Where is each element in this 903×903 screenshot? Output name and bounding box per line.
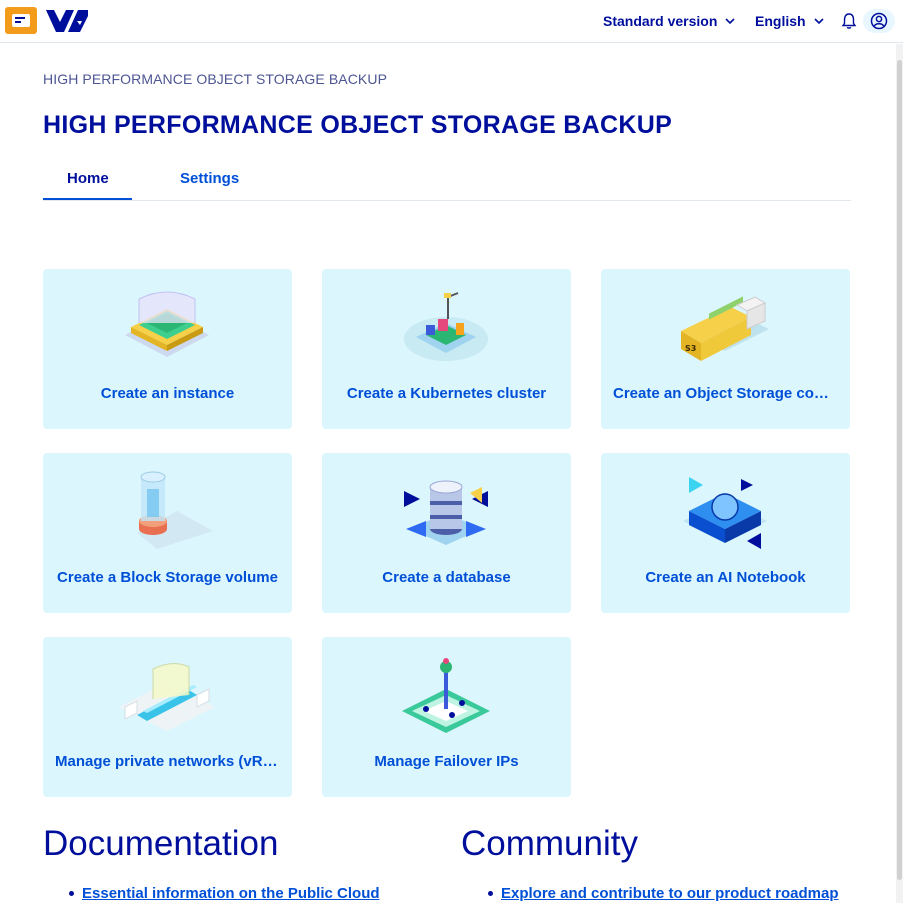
page-title: HIGH PERFORMANCE OBJECT STORAGE BACKUP <box>43 111 673 139</box>
tab-settings[interactable]: Settings <box>180 170 239 187</box>
card-create-instance[interactable]: Create an instance <box>43 269 292 429</box>
card-label: Manage private networks (vRack) <box>55 753 280 770</box>
active-tab-indicator <box>43 198 132 200</box>
community-link[interactable]: Explore and contribute to our product ro… <box>488 885 839 902</box>
menu-icon <box>12 14 30 27</box>
community-link-label: Explore and contribute to our product ro… <box>501 885 839 902</box>
card-label: Create an instance <box>100 385 235 402</box>
card-label: Create an AI Notebook <box>645 569 806 586</box>
top-bar: Standard version English <box>0 0 903 43</box>
tab-bar: Home Settings <box>43 160 851 201</box>
object-storage-icon: S3 <box>681 296 769 361</box>
card-create-block-storage[interactable]: Create a Block Storage volume <box>43 453 292 613</box>
community-title: Community <box>461 824 638 863</box>
user-icon <box>870 12 888 30</box>
documentation-title: Documentation <box>43 824 279 863</box>
card-label: Create a database <box>382 569 511 586</box>
private-network-icon <box>119 663 215 731</box>
documentation-link[interactable]: Essential information on the Public Clou… <box>69 885 380 902</box>
version-selector[interactable]: Standard version <box>603 13 735 29</box>
instance-icon <box>125 291 209 357</box>
breadcrumb[interactable]: HIGH PERFORMANCE OBJECT STORAGE BACKUP <box>43 71 387 87</box>
menu-button[interactable] <box>5 7 37 34</box>
bell-icon[interactable] <box>841 12 857 30</box>
chevron-down-icon <box>813 18 824 25</box>
failover-ip-icon <box>402 658 490 733</box>
block-storage-icon <box>137 471 213 549</box>
kubernetes-icon <box>404 292 488 361</box>
card-label: Create an Object Storage container <box>613 385 838 402</box>
card-create-object-storage[interactable]: S3 Create an Object Storage container <box>601 269 850 429</box>
documentation-link-label: Essential information on the Public Clou… <box>82 885 380 902</box>
language-label: English <box>755 13 806 29</box>
card-label: Create a Block Storage volume <box>57 569 278 586</box>
card-label: Manage Failover IPs <box>374 753 519 770</box>
scrollbar-thumb[interactable] <box>897 60 902 880</box>
card-label: Create a Kubernetes cluster <box>346 385 547 402</box>
account-button[interactable] <box>863 9 895 33</box>
version-label: Standard version <box>603 13 718 29</box>
ai-notebook-icon <box>683 477 767 549</box>
bullet-icon <box>488 891 493 896</box>
ovh-logo-icon[interactable] <box>44 8 90 34</box>
language-selector[interactable]: English <box>755 13 824 29</box>
tab-home[interactable]: Home <box>67 170 109 187</box>
card-create-kubernetes[interactable]: Create a Kubernetes cluster <box>322 269 571 429</box>
chevron-down-icon <box>725 18 735 25</box>
card-create-database[interactable]: Create a database <box>322 453 571 613</box>
svg-text:S3: S3 <box>685 344 696 353</box>
card-manage-failover-ips[interactable]: Manage Failover IPs <box>322 637 571 797</box>
card-manage-private-networks[interactable]: Manage private networks (vRack) <box>43 637 292 797</box>
database-icon <box>404 480 488 545</box>
card-create-ai-notebook[interactable]: Create an AI Notebook <box>601 453 850 613</box>
bullet-icon <box>69 891 74 896</box>
